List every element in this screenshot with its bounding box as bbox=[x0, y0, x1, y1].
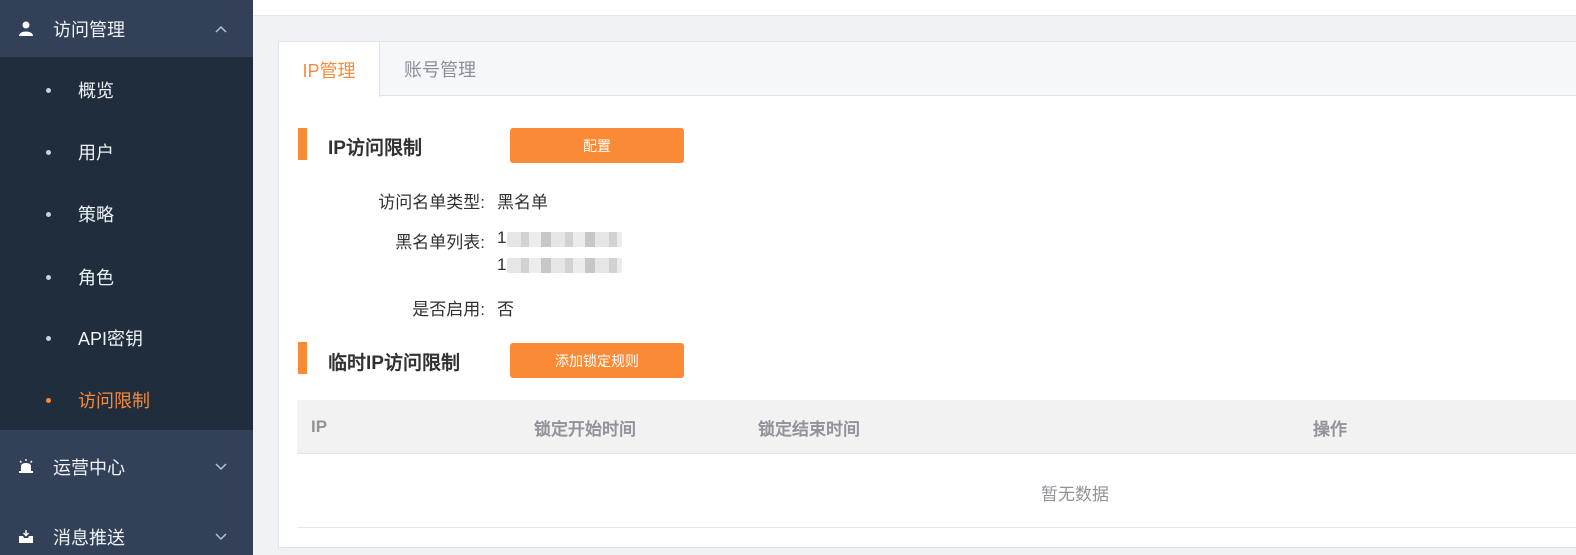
sidebar-item-label: 策略 bbox=[78, 205, 114, 225]
config-button[interactable]: 配置 bbox=[510, 128, 684, 163]
add-lock-rule-button[interactable]: 添加锁定规则 bbox=[510, 343, 684, 378]
bullet-icon bbox=[46, 274, 51, 280]
tab-ip-management[interactable]: IP管理 bbox=[279, 42, 380, 97]
bullet-icon bbox=[46, 335, 51, 341]
sidebar-item-overview[interactable]: 概览 bbox=[0, 59, 253, 121]
section-marker bbox=[298, 342, 307, 374]
content-card: IP管理 账号管理 IP访问限制 配置 访问名单类型: 黑名单 黑名单列表: 1… bbox=[278, 41, 1576, 548]
menu-message-push[interactable]: 消息推送 bbox=[0, 508, 253, 555]
empty-text: 暂无数据 bbox=[1041, 485, 1109, 504]
sidebar: 访问管理 概览 用户 策略 角色 API密钥 访问限制 运营中心 消息推送 bbox=[0, 0, 253, 555]
sidebar-item-access-restriction[interactable]: 访问限制 bbox=[0, 369, 253, 431]
bullet-icon bbox=[46, 211, 51, 217]
sidebar-item-policies[interactable]: 策略 bbox=[0, 183, 253, 245]
sidebar-item-label: 访问限制 bbox=[78, 391, 150, 411]
access-submenu: 概览 用户 策略 角色 API密钥 访问限制 bbox=[0, 57, 253, 430]
bullet-icon bbox=[46, 149, 51, 155]
sidebar-item-roles[interactable]: 角色 bbox=[0, 246, 253, 308]
section-title-ip-restriction: IP访问限制 bbox=[328, 138, 422, 159]
sidebar-item-api-keys[interactable]: API密钥 bbox=[0, 307, 253, 369]
list-type-value: 黑名单 bbox=[497, 193, 548, 212]
blacklist-entry: 1 bbox=[497, 228, 507, 247]
tab-account-management[interactable]: 账号管理 bbox=[380, 42, 500, 96]
tab-bar: IP管理 账号管理 bbox=[279, 42, 1576, 97]
chevron-down-icon bbox=[215, 530, 227, 544]
menu-message-push-label: 消息推送 bbox=[53, 527, 125, 548]
redacted-ip bbox=[507, 232, 622, 247]
table-empty-row: 暂无数据 bbox=[297, 454, 1576, 528]
redacted-ip bbox=[507, 258, 622, 273]
table-header: IP 锁定开始时间 锁定结束时间 操作 bbox=[297, 400, 1576, 454]
top-bar bbox=[253, 0, 1576, 16]
chevron-down-icon bbox=[215, 460, 227, 474]
bullet-icon bbox=[46, 397, 51, 403]
sidebar-item-label: 角色 bbox=[78, 268, 114, 288]
list-type-label: 访问名单类型: bbox=[378, 193, 485, 212]
user-icon bbox=[18, 21, 34, 37]
section-marker bbox=[298, 128, 307, 160]
column-header-ip: IP bbox=[311, 417, 328, 436]
sidebar-item-users[interactable]: 用户 bbox=[0, 121, 253, 183]
chevron-up-icon bbox=[215, 22, 227, 36]
enabled-label: 是否启用: bbox=[412, 300, 485, 319]
menu-access-management[interactable]: 访问管理 bbox=[0, 0, 253, 57]
menu-operations-center[interactable]: 运营中心 bbox=[0, 438, 253, 495]
column-header-actions: 操作 bbox=[1313, 419, 1347, 439]
alarm-icon bbox=[18, 459, 34, 475]
sidebar-item-label: API密钥 bbox=[78, 329, 144, 349]
section-title-temp-restriction: 临时IP访问限制 bbox=[328, 353, 460, 374]
enabled-value: 否 bbox=[497, 300, 514, 319]
column-header-lock-start: 锁定开始时间 bbox=[534, 419, 636, 439]
blacklist-entry: 1 bbox=[497, 255, 507, 274]
sidebar-item-label: 用户 bbox=[78, 143, 114, 163]
column-header-lock-end: 锁定结束时间 bbox=[758, 419, 860, 439]
blacklist-label: 黑名单列表: bbox=[395, 233, 485, 252]
sidebar-item-label: 概览 bbox=[78, 81, 114, 101]
inbox-icon bbox=[18, 529, 34, 545]
menu-access-management-label: 访问管理 bbox=[53, 19, 125, 40]
bullet-icon bbox=[46, 87, 51, 93]
menu-operations-center-label: 运营中心 bbox=[53, 457, 125, 478]
